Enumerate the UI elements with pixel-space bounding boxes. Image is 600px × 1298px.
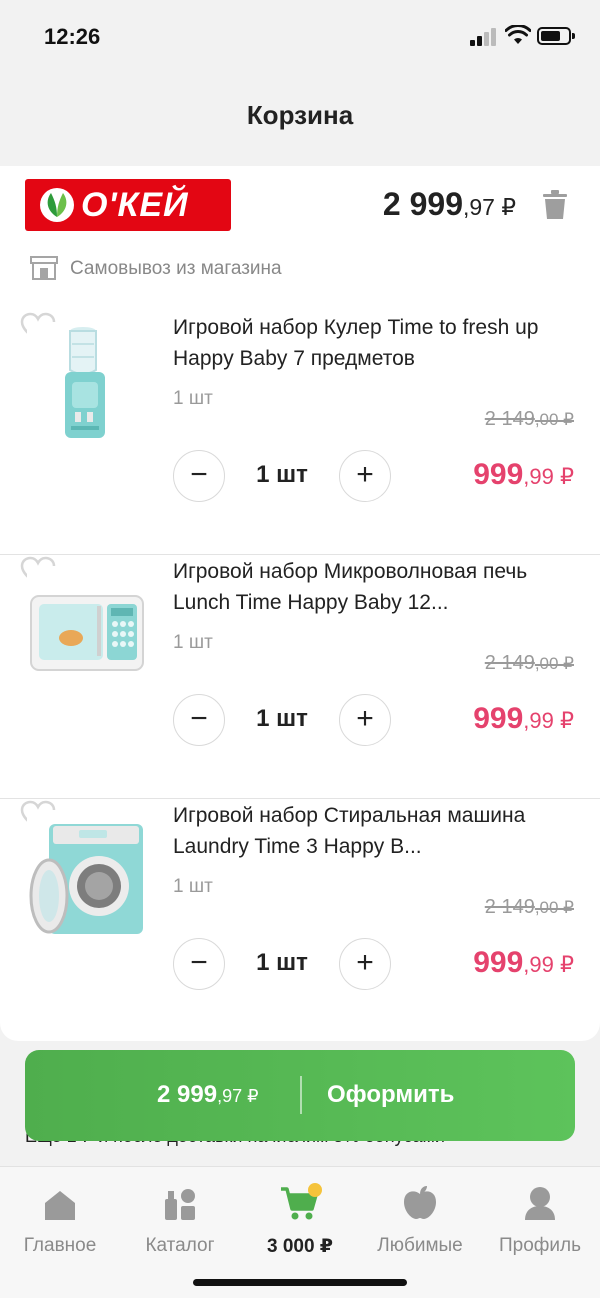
current-price-cents: ,99 ₽ <box>523 708 574 733</box>
current-price: 999,99 ₽ <box>473 702 574 736</box>
product-name[interactable]: Игровой набор Микроволновая печь Lunch T… <box>173 556 573 618</box>
tab-profile[interactable]: Профиль <box>480 1181 600 1257</box>
decrease-quantity-button[interactable]: − <box>173 694 225 746</box>
tab-catalog[interactable]: Каталог <box>120 1181 240 1257</box>
store-logo-text: О'КЕЙ <box>81 186 189 224</box>
old-price-main: 2 149 <box>484 652 535 674</box>
trash-icon[interactable] <box>542 190 568 220</box>
tab-profile-label: Профиль <box>498 1235 582 1256</box>
microwave-toy-image[interactable] <box>27 566 145 700</box>
checkout-label: Оформить <box>327 1081 455 1108</box>
current-price-cents: ,99 ₽ <box>523 464 574 489</box>
store-total-cents: ,97 ₽ <box>463 194 516 220</box>
store-total-main: 2 999 <box>382 186 463 222</box>
checkout-button[interactable]: 2 999,97 ₽ Оформить <box>25 1050 575 1141</box>
washing-machine-toy-image[interactable] <box>27 810 145 944</box>
cart-item: Игровой набор Микроволновая печь Lunch T… <box>0 556 600 799</box>
tab-home[interactable]: Главное <box>0 1181 120 1257</box>
decrease-quantity-button[interactable]: − <box>173 450 225 502</box>
old-price-main: 2 149 <box>484 408 535 430</box>
quantity-label: 1 шт <box>173 388 213 409</box>
old-price: 2 149,00 ₽ <box>485 408 574 431</box>
okey-leaf-icon <box>40 188 74 222</box>
product-name[interactable]: Игровой набор Стиральная машина Laundry … <box>173 800 573 862</box>
current-price-main: 999 <box>473 702 524 735</box>
status-bar: 12:26 <box>0 0 600 74</box>
catalog-icon <box>165 1189 195 1220</box>
tab-favorites[interactable]: Любимые <box>360 1181 480 1257</box>
profile-icon <box>525 1187 555 1220</box>
checkout-total-main: 2 999 <box>157 1081 218 1108</box>
apple-icon <box>404 1186 436 1219</box>
cart-store-card: О'КЕЙ 2 999,97 ₽ Самовывоз из магазина И… <box>0 166 600 1041</box>
quantity-value: 1 шт <box>256 461 308 488</box>
old-price-main: 2 149 <box>484 896 535 918</box>
current-price-main: 999 <box>473 458 524 491</box>
decrease-quantity-button[interactable]: − <box>173 938 225 990</box>
home-indicator <box>193 1279 407 1286</box>
water-cooler-toy-image[interactable] <box>27 322 145 456</box>
old-price-cents: ,00 ₽ <box>534 410 574 429</box>
increase-quantity-button[interactable]: + <box>339 450 391 502</box>
increase-quantity-button[interactable]: + <box>339 694 391 746</box>
quantity-label: 1 шт <box>173 876 213 897</box>
old-price: 2 149,00 ₽ <box>485 896 574 919</box>
product-name[interactable]: Игровой набор Кулер Time to fresh up Hap… <box>173 312 573 374</box>
checkout-total-cents: ,97 ₽ <box>217 1086 259 1106</box>
quantity-value: 1 шт <box>256 705 308 732</box>
cart-item: Игровой набор Стиральная машина Laundry … <box>0 800 600 1043</box>
pickup-label: Самовывоз из магазина <box>70 258 282 279</box>
tab-cart[interactable]: 3 000 ₽ <box>240 1181 360 1258</box>
tab-catalog-label: Каталог <box>145 1235 215 1256</box>
battery-icon <box>537 27 575 45</box>
cellular-signal-icon <box>470 28 498 46</box>
page-title: Корзина <box>246 100 354 130</box>
cart-item: Игровой набор Кулер Time to fresh up Hap… <box>0 312 600 555</box>
wifi-icon <box>505 25 531 44</box>
cart-badge-dot <box>308 1183 322 1197</box>
current-price: 999,99 ₽ <box>473 458 574 492</box>
current-price: 999,99 ₽ <box>473 946 574 980</box>
old-price-cents: ,00 ₽ <box>534 654 574 673</box>
old-price-cents: ,00 ₽ <box>534 898 574 917</box>
status-time: 12:26 <box>44 24 101 49</box>
increase-quantity-button[interactable]: + <box>339 938 391 990</box>
store-total: 2 999,97 ₽ <box>383 186 516 223</box>
old-price: 2 149,00 ₽ <box>485 652 574 675</box>
tab-cart-label: 3 000 ₽ <box>266 1236 334 1257</box>
home-icon <box>45 1191 75 1220</box>
checkout-total: 2 999,97 ₽ <box>157 1081 259 1109</box>
store-logo[interactable]: О'КЕЙ <box>25 179 231 231</box>
store-building-icon <box>30 256 58 280</box>
current-price-main: 999 <box>473 946 524 979</box>
quantity-label: 1 шт <box>173 632 213 653</box>
quantity-value: 1 шт <box>256 949 308 976</box>
checkout-divider <box>300 1076 302 1114</box>
tab-home-label: Главное <box>23 1235 97 1256</box>
tab-favorites-label: Любимые <box>377 1235 463 1256</box>
current-price-cents: ,99 ₽ <box>523 952 574 977</box>
